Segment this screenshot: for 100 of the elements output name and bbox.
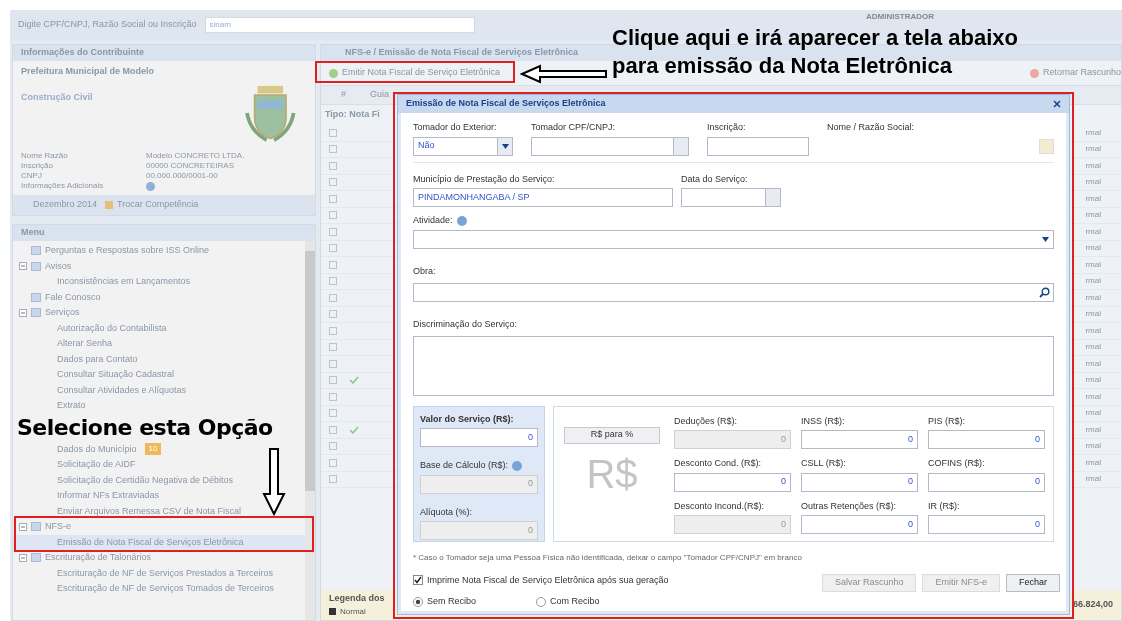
row-checkbox-icon[interactable] [329, 425, 337, 434]
input-field[interactable]: PINDAMONHANGABA / SP [413, 188, 673, 207]
input-field[interactable] [681, 188, 781, 207]
menu-item[interactable]: Consultar Atividades e Alíquotas [13, 382, 305, 398]
annotation-text: Selecione esta Opção [17, 414, 273, 441]
menu-item[interactable]: Emissão de Nota Fiscal de Serviços Eletrônica [13, 534, 305, 550]
collapse-icon[interactable] [19, 262, 27, 271]
row-checkbox-icon[interactable] [329, 244, 337, 253]
input-field[interactable]: 0 [928, 430, 1045, 449]
column-header[interactable]: Guia [370, 88, 390, 102]
menu-item[interactable]: Dados para Contato [13, 351, 305, 367]
dropdown-arrow-icon[interactable] [1042, 236, 1049, 242]
help-icon[interactable] [512, 460, 523, 471]
draft-button[interactable]: Retornar Rascunho [1029, 66, 1121, 80]
table-cell: rmal [1085, 275, 1101, 288]
input-field[interactable]: 0 [801, 472, 918, 492]
row-checkbox-icon[interactable] [329, 458, 337, 467]
row-checkbox-icon[interactable] [329, 293, 337, 302]
menu-item[interactable]: Inconsistências em Lançamentos [13, 274, 305, 290]
row-checkbox-icon[interactable] [329, 211, 337, 220]
table-cell: rmal [1085, 456, 1101, 469]
row-checkbox-icon[interactable] [329, 359, 337, 368]
menu-item[interactable]: Enviar Arquivos Remessa CSV de Nota Fiscal [13, 503, 305, 519]
input-field[interactable]: 0 [801, 430, 918, 449]
menu-item[interactable]: Solicitação de AIDF [13, 457, 305, 473]
input-field[interactable]: 0 [801, 515, 918, 534]
row-checkbox-icon[interactable] [329, 161, 337, 170]
row-checkbox-icon[interactable] [329, 260, 337, 269]
receipt-option[interactable]: Sem Recibo [413, 595, 477, 609]
row-checkbox-icon[interactable] [329, 194, 337, 203]
help-icon[interactable] [456, 215, 467, 226]
collapse-icon[interactable] [19, 522, 27, 531]
menu-item[interactable]: Alterar Senha [13, 336, 305, 352]
search-icon[interactable] [1039, 286, 1050, 298]
input-field[interactable] [707, 136, 809, 156]
search-field[interactable]: sinam [204, 17, 475, 33]
input-field[interactable] [531, 136, 689, 156]
menu-item[interactable]: Fale Conosco [13, 289, 305, 305]
menu-item[interactable]: Escrituração de NF de Serviços Prestados a Terceiros [13, 565, 305, 581]
input-field[interactable]: 0 [420, 428, 538, 447]
collapse-icon[interactable] [19, 553, 27, 562]
input-field[interactable] [413, 282, 1054, 302]
legend-title: Legenda dos [329, 592, 385, 606]
menu-item[interactable]: Autorização do Contabilista [13, 320, 305, 336]
row-checkbox-icon[interactable] [329, 128, 337, 137]
left-arrow-icon [520, 64, 608, 84]
menu-item[interactable]: Avisos [13, 258, 305, 274]
convert-button[interactable]: R$ para % [564, 426, 660, 444]
menu-item[interactable]: Consultar Situação Cadastral [13, 367, 305, 383]
row-checkbox-icon[interactable] [329, 227, 337, 236]
row-checkbox-icon[interactable] [329, 178, 337, 187]
row-checkbox-icon[interactable] [329, 442, 337, 451]
row-checkbox-icon[interactable] [329, 376, 337, 385]
row-checkbox-icon[interactable] [329, 310, 337, 319]
table-cell: rmal [1085, 324, 1101, 337]
row-checkbox-icon[interactable] [329, 475, 337, 484]
menu-item[interactable]: Escrituração de NF de Serviços Tomados de Terceiros [13, 581, 305, 597]
menu-item[interactable]: Solicitação de Certidão Negativa de Débitos [13, 472, 305, 488]
menu-item[interactable]: NFS-e [13, 519, 305, 535]
menu-item[interactable]: Dados do Município 10 [13, 441, 305, 457]
table-cell: rmal [1085, 209, 1101, 222]
select-field[interactable]: Não [413, 136, 513, 156]
menu-item[interactable]: Serviços [13, 305, 305, 321]
menu-item[interactable]: Escrituração de Talonários [13, 550, 305, 566]
row-checkbox-icon[interactable] [329, 343, 337, 352]
row-checkbox-icon[interactable] [329, 277, 337, 286]
radio-icon[interactable] [536, 596, 547, 607]
row-checkbox-icon[interactable] [329, 392, 337, 401]
change-period-button[interactable]: Trocar Competência [105, 198, 199, 212]
table-cell: rmal [1085, 341, 1101, 354]
row-checkbox-icon[interactable] [329, 409, 337, 418]
menu-item[interactable]: Perguntas e Respostas sobre ISS Online [13, 243, 305, 259]
calendar-icon[interactable] [765, 189, 780, 206]
row-checkbox-icon[interactable] [329, 326, 337, 335]
radio-icon[interactable] [413, 596, 423, 607]
table-cell: rmal [1085, 192, 1101, 205]
collapse-icon[interactable] [19, 308, 27, 317]
input-field[interactable]: 0 [928, 472, 1045, 492]
menu-item[interactable]: Informar NFs Extraviadas [13, 488, 305, 504]
checkbox-icon[interactable] [413, 575, 423, 586]
edit-icon[interactable] [1039, 138, 1054, 154]
currency-sign: R$ [586, 453, 638, 494]
column-header[interactable]: # [341, 88, 346, 102]
print-option[interactable]: Imprime Nota Fiscal de Serviço Eletrônica após sua geração [413, 573, 669, 587]
info-icon[interactable] [146, 181, 155, 191]
input-field[interactable]: 0 [928, 515, 1045, 534]
row-checkbox-icon[interactable] [329, 145, 337, 154]
select-field[interactable] [413, 229, 1054, 249]
scrollbar[interactable] [305, 241, 315, 620]
table-cell: rmal [1085, 407, 1101, 420]
receipt-option[interactable]: Com Recibo [536, 595, 600, 609]
text-area[interactable] [413, 335, 1054, 396]
org-name: Prefeitura Municipal de Modelo [21, 65, 156, 78]
lookup-icon[interactable] [673, 137, 688, 155]
dialog-button[interactable]: Fechar [1006, 573, 1060, 592]
close-icon[interactable] [1053, 100, 1061, 108]
menu-item[interactable]: Extrato [13, 398, 305, 414]
emit-note-button[interactable]: Emitir Nota Fiscal de Serviço Eletrônica [329, 66, 501, 80]
dropdown-arrow-icon[interactable] [501, 143, 509, 149]
input-field[interactable]: 0 [674, 472, 791, 492]
